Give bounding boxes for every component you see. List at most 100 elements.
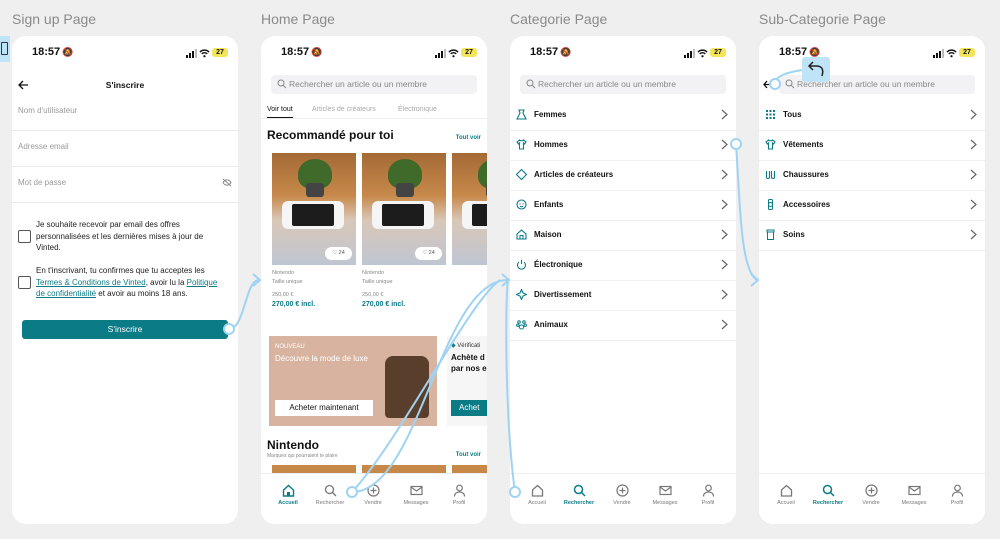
category-row-animaux[interactable]: Animaux [510, 310, 736, 341]
category-row-enfants[interactable]: Enfants [510, 190, 736, 221]
nav-rechercher[interactable]: Rechercher [559, 484, 599, 506]
search-icon [785, 79, 795, 89]
terms-link[interactable]: Termes & Conditions de Vinted [36, 278, 146, 287]
newsletter-checkbox[interactable] [18, 230, 31, 243]
search-icon [822, 484, 835, 497]
nav-vendre[interactable]: Vendre [851, 484, 891, 506]
nav-profil[interactable]: Profil [688, 484, 728, 506]
tab-createurs[interactable]: Articles de créateurs [312, 106, 376, 113]
search-input[interactable]: Rechercher un article ou un membre [271, 75, 477, 94]
user-icon [951, 484, 963, 497]
diamond-icon [516, 169, 527, 180]
wifi-icon [199, 49, 210, 58]
section-subtitle: Marques qui pourraient te plaire [267, 453, 338, 459]
tab-electronique[interactable]: Électronique [398, 106, 437, 113]
frame-title-home: Home Page [261, 11, 335, 27]
power-icon [516, 259, 527, 270]
search-input[interactable]: Rechercher un article ou un membre [779, 75, 975, 94]
category-row-electronique[interactable]: Électronique [510, 250, 736, 281]
chevron-right-icon [721, 109, 728, 120]
back-arrow-icon[interactable] [763, 80, 771, 89]
subcategory-row-tous[interactable]: Tous [759, 100, 985, 131]
bell-off-icon: 🔕 [311, 47, 323, 57]
eye-off-icon[interactable] [222, 178, 232, 187]
nav-accueil[interactable]: Accueil [268, 484, 308, 506]
nav-messages[interactable]: Messages [894, 484, 934, 506]
chevron-right-icon [721, 289, 728, 300]
mail-icon [658, 485, 672, 496]
signup-button[interactable]: S'inscrire [22, 320, 228, 339]
categorie-screen: 18:57 🔕 27 Rechercher un article ou un me… [510, 36, 736, 524]
section-title-nintendo: Nintendo [267, 438, 319, 452]
chevron-right-icon [970, 229, 977, 240]
see-all-link[interactable]: Tout voir [456, 452, 481, 458]
like-button[interactable]: ♡ 24 [325, 247, 352, 260]
verification-promo-banner: ◆ Vérificati Achète d par nos e Achet [447, 336, 487, 426]
nav-rechercher[interactable]: Rechercher [808, 484, 848, 506]
email-field[interactable]: Adresse email [12, 130, 238, 167]
shirt-icon [765, 139, 776, 150]
nav-profil[interactable]: Profil [439, 484, 479, 506]
password-field[interactable]: Mot de passe [12, 166, 238, 203]
nav-vendre[interactable]: Vendre [602, 484, 642, 506]
subcategory-row-soins[interactable]: Soins [759, 220, 985, 251]
status-bar: 18:57 🔕 27 [510, 46, 736, 62]
subcategory-row-vetements[interactable]: Vêtements [759, 130, 985, 161]
product-image: ♡ 24 [272, 153, 356, 265]
search-icon [277, 79, 287, 89]
nav-messages[interactable]: Messages [396, 484, 436, 506]
flow-arrowhead [252, 273, 262, 287]
bag-image [385, 356, 429, 418]
category-row-hommes[interactable]: Hommes [510, 130, 736, 161]
search-input[interactable]: Rechercher un article ou un membre [520, 75, 726, 94]
page-title: S'inscrire [105, 80, 145, 90]
plus-circle-icon [366, 484, 380, 497]
nav-profil[interactable]: Profil [937, 484, 977, 506]
bell-off-icon: 🔕 [809, 47, 821, 57]
shirt-icon [516, 139, 527, 150]
category-row-femmes[interactable]: Femmes [510, 100, 736, 131]
wifi-icon [697, 49, 708, 58]
status-bar: 18:57 🔕 27 [261, 46, 487, 62]
product-image: ♡ 24 [362, 153, 446, 265]
nav-accueil[interactable]: Accueil [766, 484, 806, 506]
device-icon [0, 36, 10, 62]
see-all-link[interactable]: Tout voir [456, 135, 481, 141]
product-card[interactable]: ♡ 24 Nintendo Taille unique 250,00 €270,0… [362, 153, 446, 309]
nav-messages[interactable]: Messages [645, 484, 685, 506]
category-row-createurs[interactable]: Articles de créateurs [510, 160, 736, 191]
username-field[interactable]: Nom d'utilisateur [12, 94, 238, 131]
status-time: 18:57 🔕 [779, 46, 821, 58]
search-icon [526, 79, 536, 89]
nav-rechercher[interactable]: Rechercher [310, 484, 350, 506]
buy-now-button[interactable]: Acheter maintenant [275, 400, 373, 416]
product-card-partial[interactable] [452, 153, 487, 265]
status-time: 18:57 🔕 [530, 46, 572, 58]
price-incl: 270,00 € incl. [272, 301, 316, 308]
signal-icon [933, 49, 944, 58]
terms-text: En t'inscrivant, tu confirmes que tu acc… [36, 266, 218, 298]
like-button[interactable]: ♡ 24 [415, 247, 442, 260]
search-icon [324, 484, 336, 497]
buy-button[interactable]: Achet [451, 400, 487, 416]
bottom-nav: Accueil Rechercher Vendre Messages Profi… [261, 473, 487, 524]
nav-vendre[interactable]: Vendre [353, 484, 393, 506]
nav-accueil[interactable]: Accueil [517, 484, 557, 506]
bottom-nav: Accueil Rechercher Vendre Messages Profi… [759, 473, 985, 524]
product-card[interactable]: ♡ 24 Nintendo Taille unique 250,00 €270,0… [272, 153, 356, 309]
newsletter-text: Je souhaite recevoir par email des offre… [36, 220, 204, 252]
status-bar: 18:57 🔕 27 [759, 46, 985, 62]
user-icon [453, 484, 465, 497]
terms-checkbox[interactable] [18, 276, 31, 289]
subcategory-row-chaussures[interactable]: Chaussures [759, 160, 985, 191]
flow-connector-categorie-sub [735, 143, 758, 281]
diamond-icon: ◆ [451, 343, 456, 349]
chevron-right-icon [721, 139, 728, 150]
bell-off-icon: 🔕 [62, 47, 74, 57]
bell-off-icon: 🔕 [560, 47, 572, 57]
subcategory-row-accessoires[interactable]: Accessoires [759, 190, 985, 221]
category-row-maison[interactable]: Maison [510, 220, 736, 251]
subcategorie-screen: 18:57 🔕 27 Rechercher un article ou un me… [759, 36, 985, 524]
flow-arrowhead [501, 273, 511, 287]
category-row-divertissement[interactable]: Divertissement [510, 280, 736, 311]
